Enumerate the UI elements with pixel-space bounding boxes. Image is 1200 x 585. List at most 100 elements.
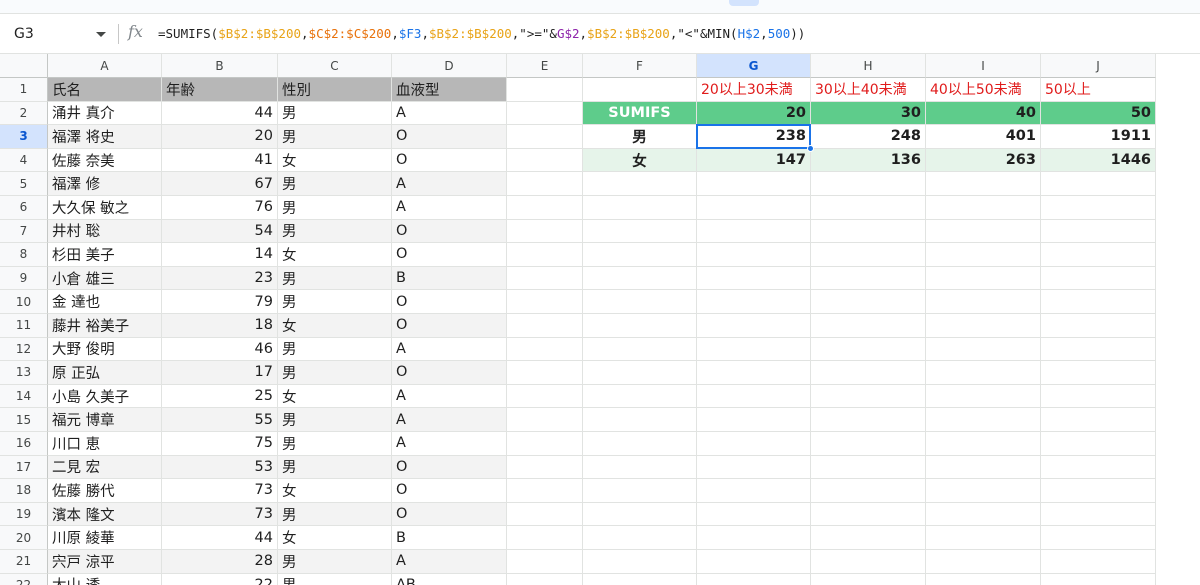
empty-cell[interactable] <box>926 432 1041 456</box>
empty-cell[interactable] <box>507 408 583 432</box>
row-header-2[interactable]: 2 <box>0 101 48 126</box>
table-cell[interactable]: 76 <box>162 196 278 220</box>
table-cell[interactable]: A <box>392 101 507 126</box>
table-cell[interactable]: O <box>392 290 507 314</box>
empty-cell[interactable] <box>926 337 1041 362</box>
empty-cell[interactable] <box>697 550 811 574</box>
column-header-j[interactable]: J <box>1041 54 1156 78</box>
empty-cell[interactable] <box>507 101 583 126</box>
empty-cell[interactable] <box>1041 337 1156 362</box>
empty-cell[interactable] <box>926 266 1041 291</box>
fill-handle[interactable] <box>807 144 814 152</box>
empty-cell[interactable] <box>583 266 697 291</box>
table-cell[interactable]: 53 <box>162 455 278 480</box>
table-cell[interactable]: 23 <box>162 266 278 291</box>
empty-cell[interactable] <box>583 384 697 409</box>
empty-cell[interactable] <box>507 243 583 267</box>
table-cell[interactable]: 男 <box>278 172 392 196</box>
table-cell[interactable]: O <box>392 479 507 503</box>
row-header-21[interactable]: 21 <box>0 550 48 574</box>
column-header-f[interactable]: F <box>583 54 697 78</box>
empty-cell[interactable] <box>926 408 1041 432</box>
empty-cell[interactable] <box>697 219 811 244</box>
table-cell[interactable]: 67 <box>162 172 278 196</box>
table-cell[interactable]: A <box>392 550 507 574</box>
empty-cell[interactable] <box>507 78 583 102</box>
empty-cell[interactable] <box>1041 432 1156 456</box>
table-cell[interactable]: B <box>392 266 507 291</box>
empty-cell[interactable] <box>1041 526 1156 550</box>
table-cell[interactable]: 福元 博章 <box>48 408 162 432</box>
table-cell[interactable]: A <box>392 196 507 220</box>
table-cell[interactable]: 男 <box>278 219 392 244</box>
empty-cell[interactable] <box>926 290 1041 314</box>
empty-cell[interactable] <box>583 337 697 362</box>
table-cell[interactable]: 79 <box>162 290 278 314</box>
table-cell[interactable]: 44 <box>162 526 278 550</box>
result-cell[interactable]: 238 <box>697 125 811 149</box>
empty-cell[interactable] <box>583 196 697 220</box>
table-header-cell[interactable]: 性別 <box>278 78 392 102</box>
result-cell[interactable]: 401 <box>926 125 1041 149</box>
threshold-cell[interactable]: 30 <box>811 101 926 126</box>
empty-cell[interactable] <box>583 550 697 574</box>
formula-input[interactable]: =SUMIFS($B$2:$B$200,$C$2:$C$200,$F3,$B$2… <box>158 26 805 41</box>
row-header-15[interactable]: 15 <box>0 408 48 432</box>
empty-cell[interactable] <box>811 502 926 527</box>
row-header-20[interactable]: 20 <box>0 526 48 550</box>
row-header-12[interactable]: 12 <box>0 337 48 362</box>
column-header-b[interactable]: B <box>162 54 278 78</box>
empty-cell[interactable] <box>583 432 697 456</box>
table-cell[interactable]: 金 達也 <box>48 290 162 314</box>
empty-cell[interactable] <box>697 573 811 585</box>
empty-cell[interactable] <box>697 337 811 362</box>
row-header-4[interactable]: 4 <box>0 148 48 173</box>
select-all-corner[interactable] <box>0 54 48 78</box>
row-header-7[interactable]: 7 <box>0 219 48 244</box>
table-cell[interactable]: 佐藤 勝代 <box>48 479 162 503</box>
empty-cell[interactable] <box>583 172 697 196</box>
empty-cell[interactable] <box>926 219 1041 244</box>
empty-cell[interactable] <box>507 526 583 550</box>
row-header-17[interactable]: 17 <box>0 455 48 480</box>
empty-cell[interactable] <box>811 219 926 244</box>
empty-cell[interactable] <box>811 290 926 314</box>
table-cell[interactable]: 小島 久美子 <box>48 384 162 409</box>
table-cell[interactable]: 46 <box>162 337 278 362</box>
table-cell[interactable]: 原 正弘 <box>48 361 162 385</box>
table-cell[interactable]: 濱本 隆文 <box>48 502 162 527</box>
chevron-down-icon[interactable] <box>96 31 106 37</box>
range-label[interactable]: 20以上30未満 <box>697 78 811 102</box>
empty-cell[interactable] <box>697 314 811 338</box>
empty-cell[interactable] <box>583 408 697 432</box>
empty-cell[interactable] <box>697 384 811 409</box>
threshold-cell[interactable]: 20 <box>697 101 811 126</box>
sumifs-label[interactable]: SUMIFS <box>583 101 697 126</box>
table-cell[interactable]: 川口 恵 <box>48 432 162 456</box>
table-cell[interactable]: 福澤 将史 <box>48 125 162 149</box>
empty-cell[interactable] <box>811 243 926 267</box>
table-cell[interactable]: 女 <box>278 384 392 409</box>
table-cell[interactable]: 14 <box>162 243 278 267</box>
table-cell[interactable]: A <box>392 408 507 432</box>
empty-cell[interactable] <box>926 526 1041 550</box>
table-cell[interactable]: 男 <box>278 125 392 149</box>
empty-cell[interactable] <box>697 172 811 196</box>
table-cell[interactable]: 井村 聡 <box>48 219 162 244</box>
empty-cell[interactable] <box>1041 314 1156 338</box>
empty-cell[interactable] <box>926 455 1041 480</box>
table-cell[interactable]: 涌井 真介 <box>48 101 162 126</box>
table-cell[interactable]: A <box>392 432 507 456</box>
empty-cell[interactable] <box>583 243 697 267</box>
table-cell[interactable]: 54 <box>162 219 278 244</box>
table-cell[interactable]: 28 <box>162 550 278 574</box>
column-header-g[interactable]: G <box>697 54 811 78</box>
table-cell[interactable]: 41 <box>162 148 278 173</box>
empty-cell[interactable] <box>697 266 811 291</box>
table-cell[interactable]: 男 <box>278 337 392 362</box>
empty-cell[interactable] <box>811 479 926 503</box>
empty-cell[interactable] <box>811 361 926 385</box>
empty-cell[interactable] <box>697 408 811 432</box>
gender-label[interactable]: 男 <box>583 125 697 149</box>
row-header-16[interactable]: 16 <box>0 432 48 456</box>
